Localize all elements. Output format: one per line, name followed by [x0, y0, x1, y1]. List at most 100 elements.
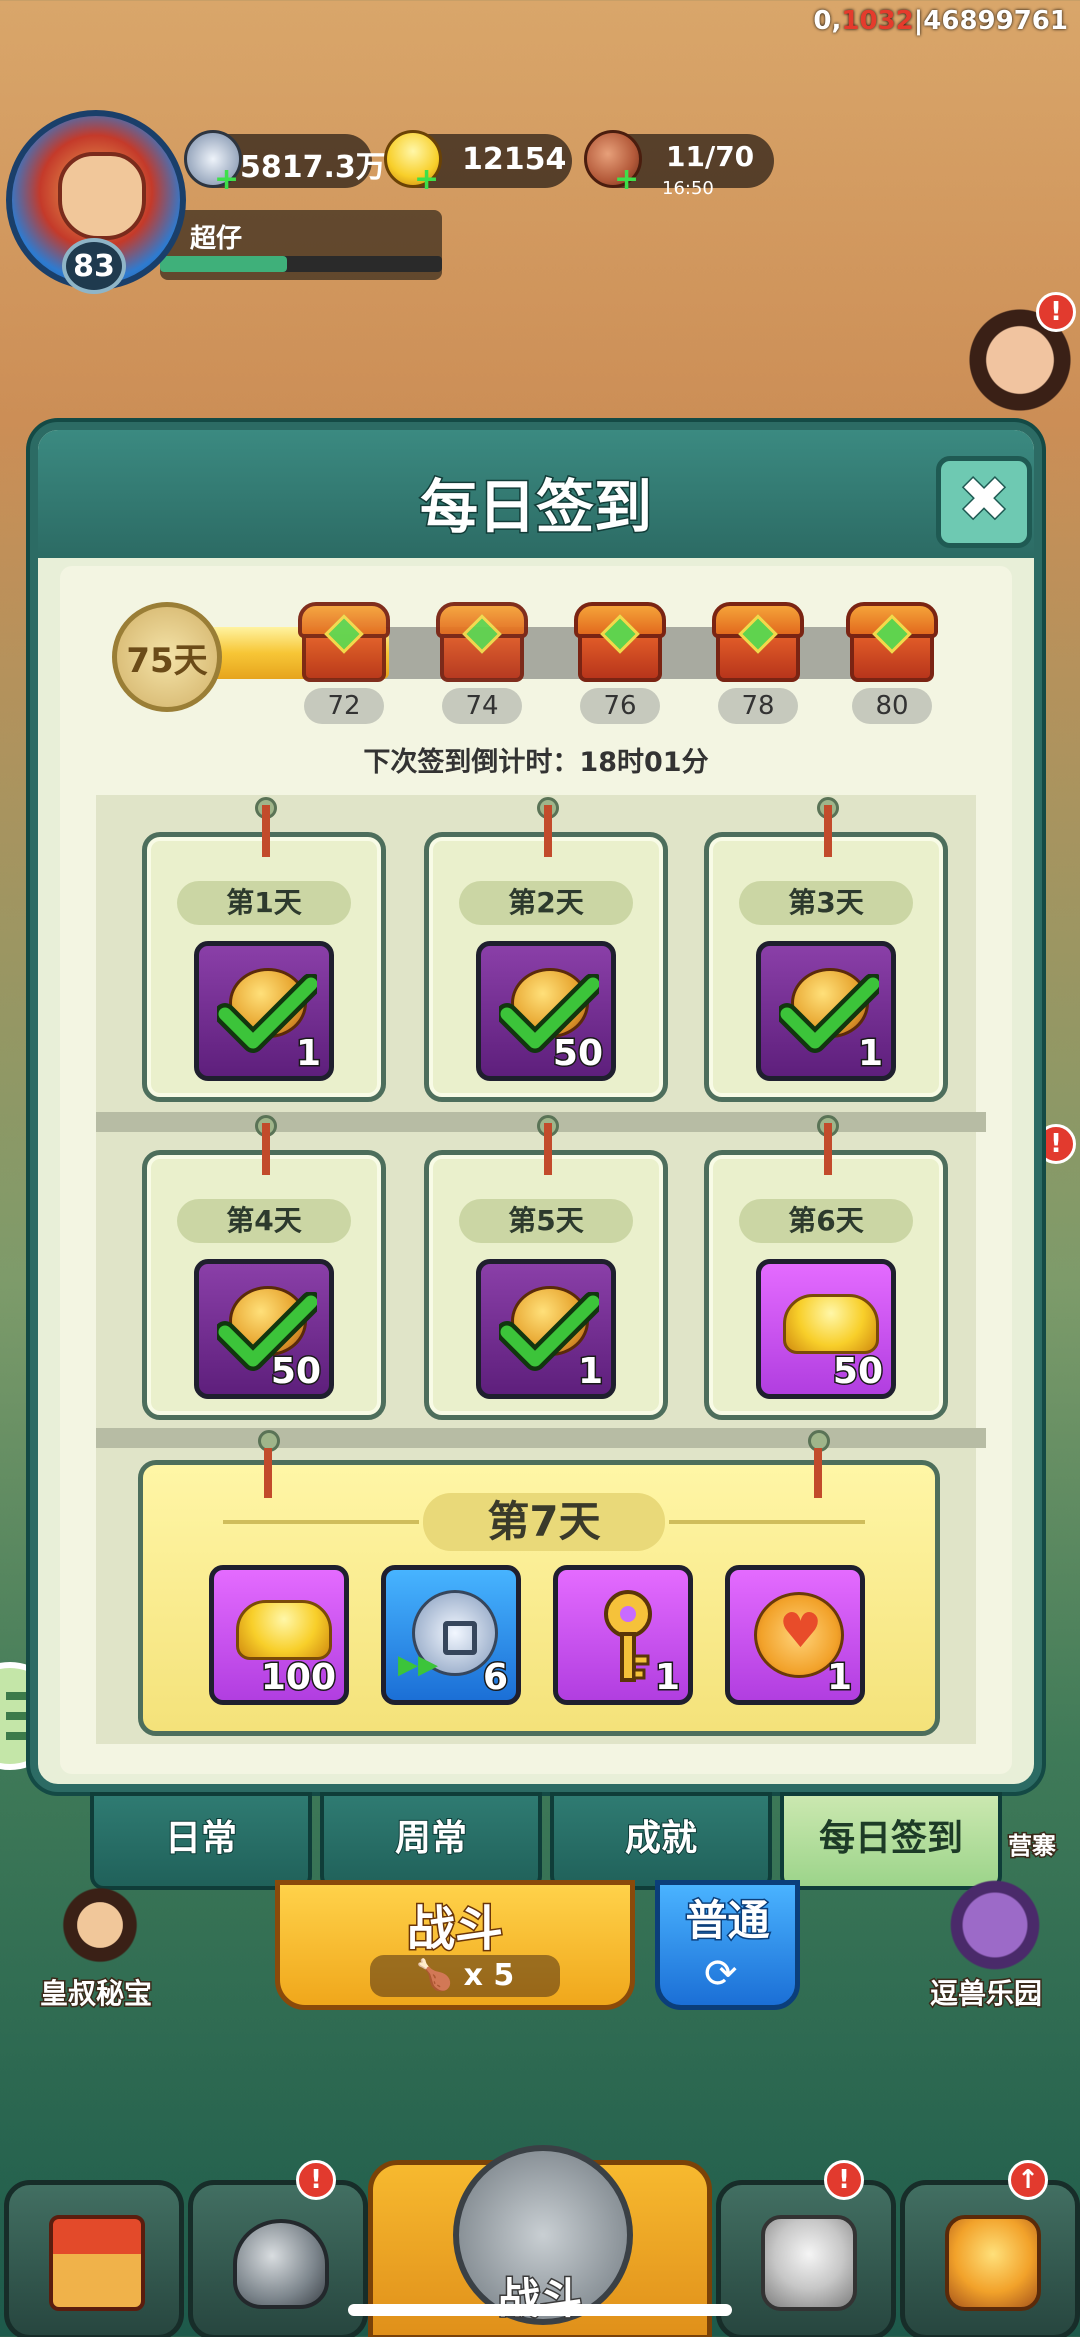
item-quantity: 1 — [576, 1350, 604, 1394]
upgrade-arrow-icon: ↑ — [1008, 2160, 1048, 2200]
pin-string — [814, 1448, 822, 1498]
tab-daily-signin[interactable]: 每日签到 — [780, 1792, 1002, 1890]
day-label: 第6天 — [739, 1199, 913, 1243]
item-quantity: 1 — [653, 1656, 681, 1700]
nav-battle-label: 战斗 — [496, 2273, 583, 2325]
day-card[interactable]: 第3天 1 — [704, 797, 948, 1102]
milestone-chest[interactable] — [574, 602, 666, 688]
tab-achievement[interactable]: 成就 — [550, 1792, 772, 1890]
mode-button[interactable]: 普通 ⟳ — [655, 1880, 800, 2010]
gold-ingot-icon — [783, 1294, 879, 1354]
side-feature-left[interactable]: 皇叔秘宝 — [38, 1972, 153, 2012]
pin-string — [824, 805, 832, 857]
item-quantity: 50 — [269, 1350, 322, 1394]
day7-reward-item[interactable]: 1 — [725, 1565, 865, 1705]
stamina-plus-icon[interactable]: + — [614, 165, 639, 195]
upgrade-icon — [945, 2215, 1041, 2311]
day-card[interactable]: 第4天 50 — [142, 1115, 386, 1420]
debug-suffix: |46899761 — [913, 6, 1068, 36]
alert-icon: ! — [296, 2160, 336, 2200]
side-feature-camp[interactable]: 营寨 — [1007, 1826, 1058, 1862]
battle-cost-value: x 5 — [463, 1958, 515, 1993]
day-label: 第2天 — [459, 881, 633, 925]
close-button[interactable]: ✖ — [936, 456, 1032, 548]
debug-prefix: 0, — [813, 6, 842, 36]
exp-bar-fill — [160, 256, 287, 272]
player-name: 超仔 — [190, 224, 243, 254]
silver-value: 5817.3万 — [240, 150, 386, 185]
alert-icon: ! — [824, 2160, 864, 2200]
gold-ingot-icon — [236, 1600, 332, 1660]
stamina-value: 11/70 — [666, 140, 755, 173]
item-quantity: 100 — [259, 1656, 337, 1700]
milestone-chest[interactable] — [712, 602, 804, 688]
debug-readout: 0,1032|46899761 — [813, 6, 1068, 36]
day7-reward-item[interactable]: 1 — [553, 1565, 693, 1705]
dialog-title: 每日签到 — [418, 472, 653, 543]
gold-value: 12154 — [462, 142, 567, 177]
side-feature-right[interactable]: 逗兽乐园 — [928, 1972, 1043, 2012]
day7-reward-card[interactable]: 第7天 100 ▶▶ 6 1 1 — [138, 1460, 940, 1736]
milestone-chest[interactable] — [846, 602, 938, 688]
reward-item: 50 — [194, 1259, 334, 1399]
avatar-face-icon — [58, 152, 146, 240]
item-quantity: 6 — [481, 1656, 509, 1700]
tab-daily[interactable]: 日常 — [90, 1792, 312, 1890]
stamina-timer: 16:50 — [662, 178, 714, 199]
shelf-rail — [96, 1428, 986, 1448]
milestone-label: 72 — [304, 688, 384, 724]
pin-string — [544, 1123, 552, 1175]
item-quantity: 1 — [856, 1032, 884, 1076]
pin-string — [262, 1123, 270, 1175]
pin-string — [264, 1448, 272, 1498]
battle-label: 战斗 — [405, 1900, 504, 1959]
streak-days-badge: 75天 — [112, 602, 222, 712]
reward-item: 1 — [476, 1259, 616, 1399]
day-card[interactable]: 第6天 50 — [704, 1115, 948, 1420]
beast-park-icon[interactable] — [930, 1880, 1060, 1970]
item-quantity: 50 — [551, 1032, 604, 1076]
tab-weekly[interactable]: 周常 — [320, 1792, 542, 1890]
castle-icon — [49, 2215, 145, 2311]
divider — [223, 1520, 419, 1524]
milestone-chest[interactable] — [298, 602, 390, 688]
day-card[interactable]: 第5天 1 — [424, 1115, 668, 1420]
day-label: 第5天 — [459, 1199, 633, 1243]
gold-plus-icon[interactable]: + — [414, 165, 439, 195]
nav-equipment[interactable] — [188, 2180, 368, 2337]
refresh-icon: ⟳ — [704, 1951, 738, 1997]
alert-icon: ! — [1036, 1124, 1076, 1164]
milestone-label: 76 — [580, 688, 660, 724]
milestone-label: 78 — [718, 688, 798, 724]
pin-string — [824, 1123, 832, 1175]
milestone-label: 80 — [852, 688, 932, 724]
alert-icon: ! — [1036, 292, 1076, 332]
signin-countdown: 下次签到倒计时：18时01分 — [363, 747, 709, 778]
hero-icon — [761, 2215, 857, 2311]
day-label: 第1天 — [177, 881, 351, 925]
day-card[interactable]: 第1天 1 — [142, 797, 386, 1102]
pin-string — [544, 805, 552, 857]
silver-plus-icon[interactable]: + — [214, 165, 239, 195]
close-icon: ✖ — [957, 464, 1010, 537]
player-level-badge: 83 — [62, 238, 126, 294]
nav-upgrade[interactable] — [900, 2180, 1080, 2337]
reward-item: 1 — [194, 941, 334, 1081]
reward-item: 50 — [756, 1259, 896, 1399]
day-label: 第4天 — [177, 1199, 351, 1243]
day7-reward-item[interactable]: 100 — [209, 1565, 349, 1705]
helmet-icon — [233, 2219, 329, 2309]
milestone-chest[interactable] — [436, 602, 528, 688]
fast-forward-icon: ▶▶ — [398, 1650, 438, 1680]
day-card[interactable]: 第2天 50 — [424, 797, 668, 1102]
home-indicator — [348, 2304, 732, 2316]
nav-heroes[interactable] — [716, 2180, 896, 2337]
reward-item: 50 — [476, 941, 616, 1081]
reward-item: 1 — [756, 941, 896, 1081]
day7-reward-item[interactable]: ▶▶ 6 — [381, 1565, 521, 1705]
nav-castle[interactable] — [4, 2180, 184, 2337]
battle-button[interactable]: 战斗 🍗 x 5 — [275, 1880, 635, 2010]
divider — [669, 1520, 865, 1524]
uncle-treasure-icon[interactable] — [40, 1880, 160, 1970]
debug-highlight: 1032 — [841, 6, 914, 36]
